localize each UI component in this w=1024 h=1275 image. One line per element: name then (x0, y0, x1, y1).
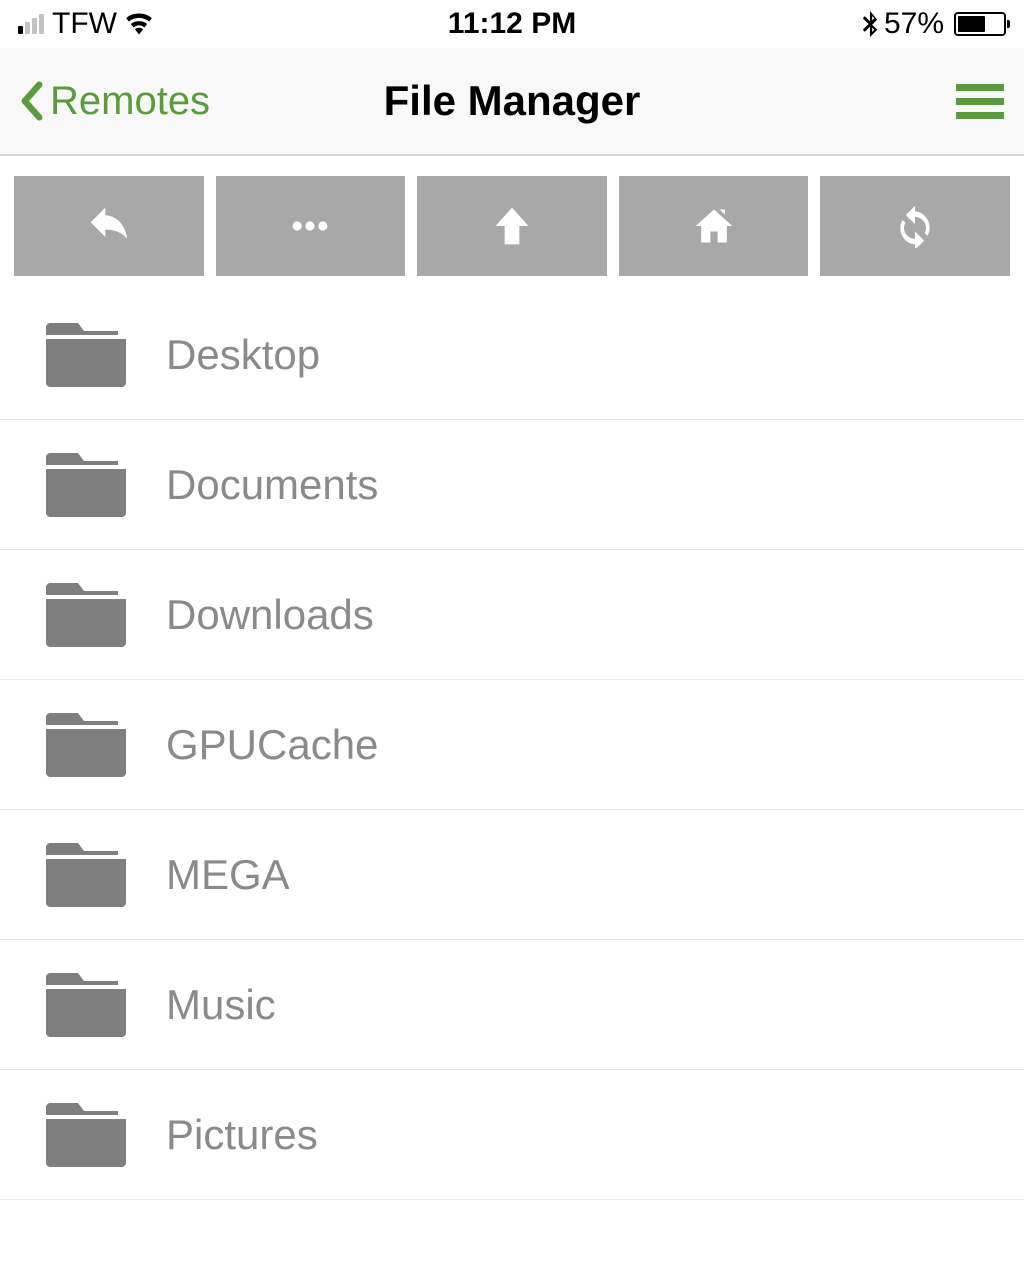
folder-icon (46, 973, 126, 1037)
list-item[interactable]: Documents (0, 420, 1024, 550)
folder-icon (46, 453, 126, 517)
nav-bar: Remotes File Manager (0, 48, 1024, 156)
status-left: TFW (18, 7, 153, 41)
back-button[interactable]: Remotes (20, 79, 210, 124)
hamburger-icon (956, 84, 1004, 91)
folder-icon (46, 713, 126, 777)
list-item[interactable]: Desktop (0, 290, 1024, 420)
item-label: Pictures (166, 1111, 318, 1159)
back-label: Remotes (50, 79, 210, 124)
refresh-icon (893, 204, 937, 248)
up-button[interactable] (417, 176, 607, 276)
signal-bars-icon (18, 14, 44, 34)
folder-icon (46, 1103, 126, 1167)
item-label: Downloads (166, 591, 374, 639)
home-button[interactable] (619, 176, 809, 276)
list-item[interactable]: MEGA (0, 810, 1024, 940)
list-item[interactable]: Music (0, 940, 1024, 1070)
ellipsis-icon (288, 204, 332, 248)
list-item[interactable]: GPUCache (0, 680, 1024, 810)
item-label: Desktop (166, 331, 320, 379)
menu-button[interactable] (956, 84, 1004, 119)
page-title: File Manager (384, 77, 641, 125)
more-button[interactable] (216, 176, 406, 276)
item-label: Music (166, 981, 276, 1029)
file-list: Desktop Documents Downloads GPUCache MEG… (0, 290, 1024, 1200)
status-right: 57% (862, 7, 1006, 41)
item-label: Documents (166, 461, 378, 509)
status-bar: TFW 11:12 PM 57% (0, 0, 1024, 48)
bluetooth-icon (862, 11, 878, 37)
chevron-left-icon (20, 81, 44, 121)
wifi-icon (125, 10, 153, 38)
battery-percent-label: 57% (884, 7, 944, 41)
carrier-label: TFW (52, 7, 117, 41)
arrow-up-icon (490, 204, 534, 248)
undo-icon (87, 204, 131, 248)
refresh-button[interactable] (820, 176, 1010, 276)
folder-icon (46, 323, 126, 387)
item-label: MEGA (166, 851, 290, 899)
undo-button[interactable] (14, 176, 204, 276)
list-item[interactable]: Pictures (0, 1070, 1024, 1200)
home-icon (692, 204, 736, 248)
folder-icon (46, 583, 126, 647)
item-label: GPUCache (166, 721, 378, 769)
battery-icon (954, 12, 1006, 36)
folder-icon (46, 843, 126, 907)
list-item[interactable]: Downloads (0, 550, 1024, 680)
status-time: 11:12 PM (448, 7, 576, 41)
toolbar (0, 156, 1024, 290)
